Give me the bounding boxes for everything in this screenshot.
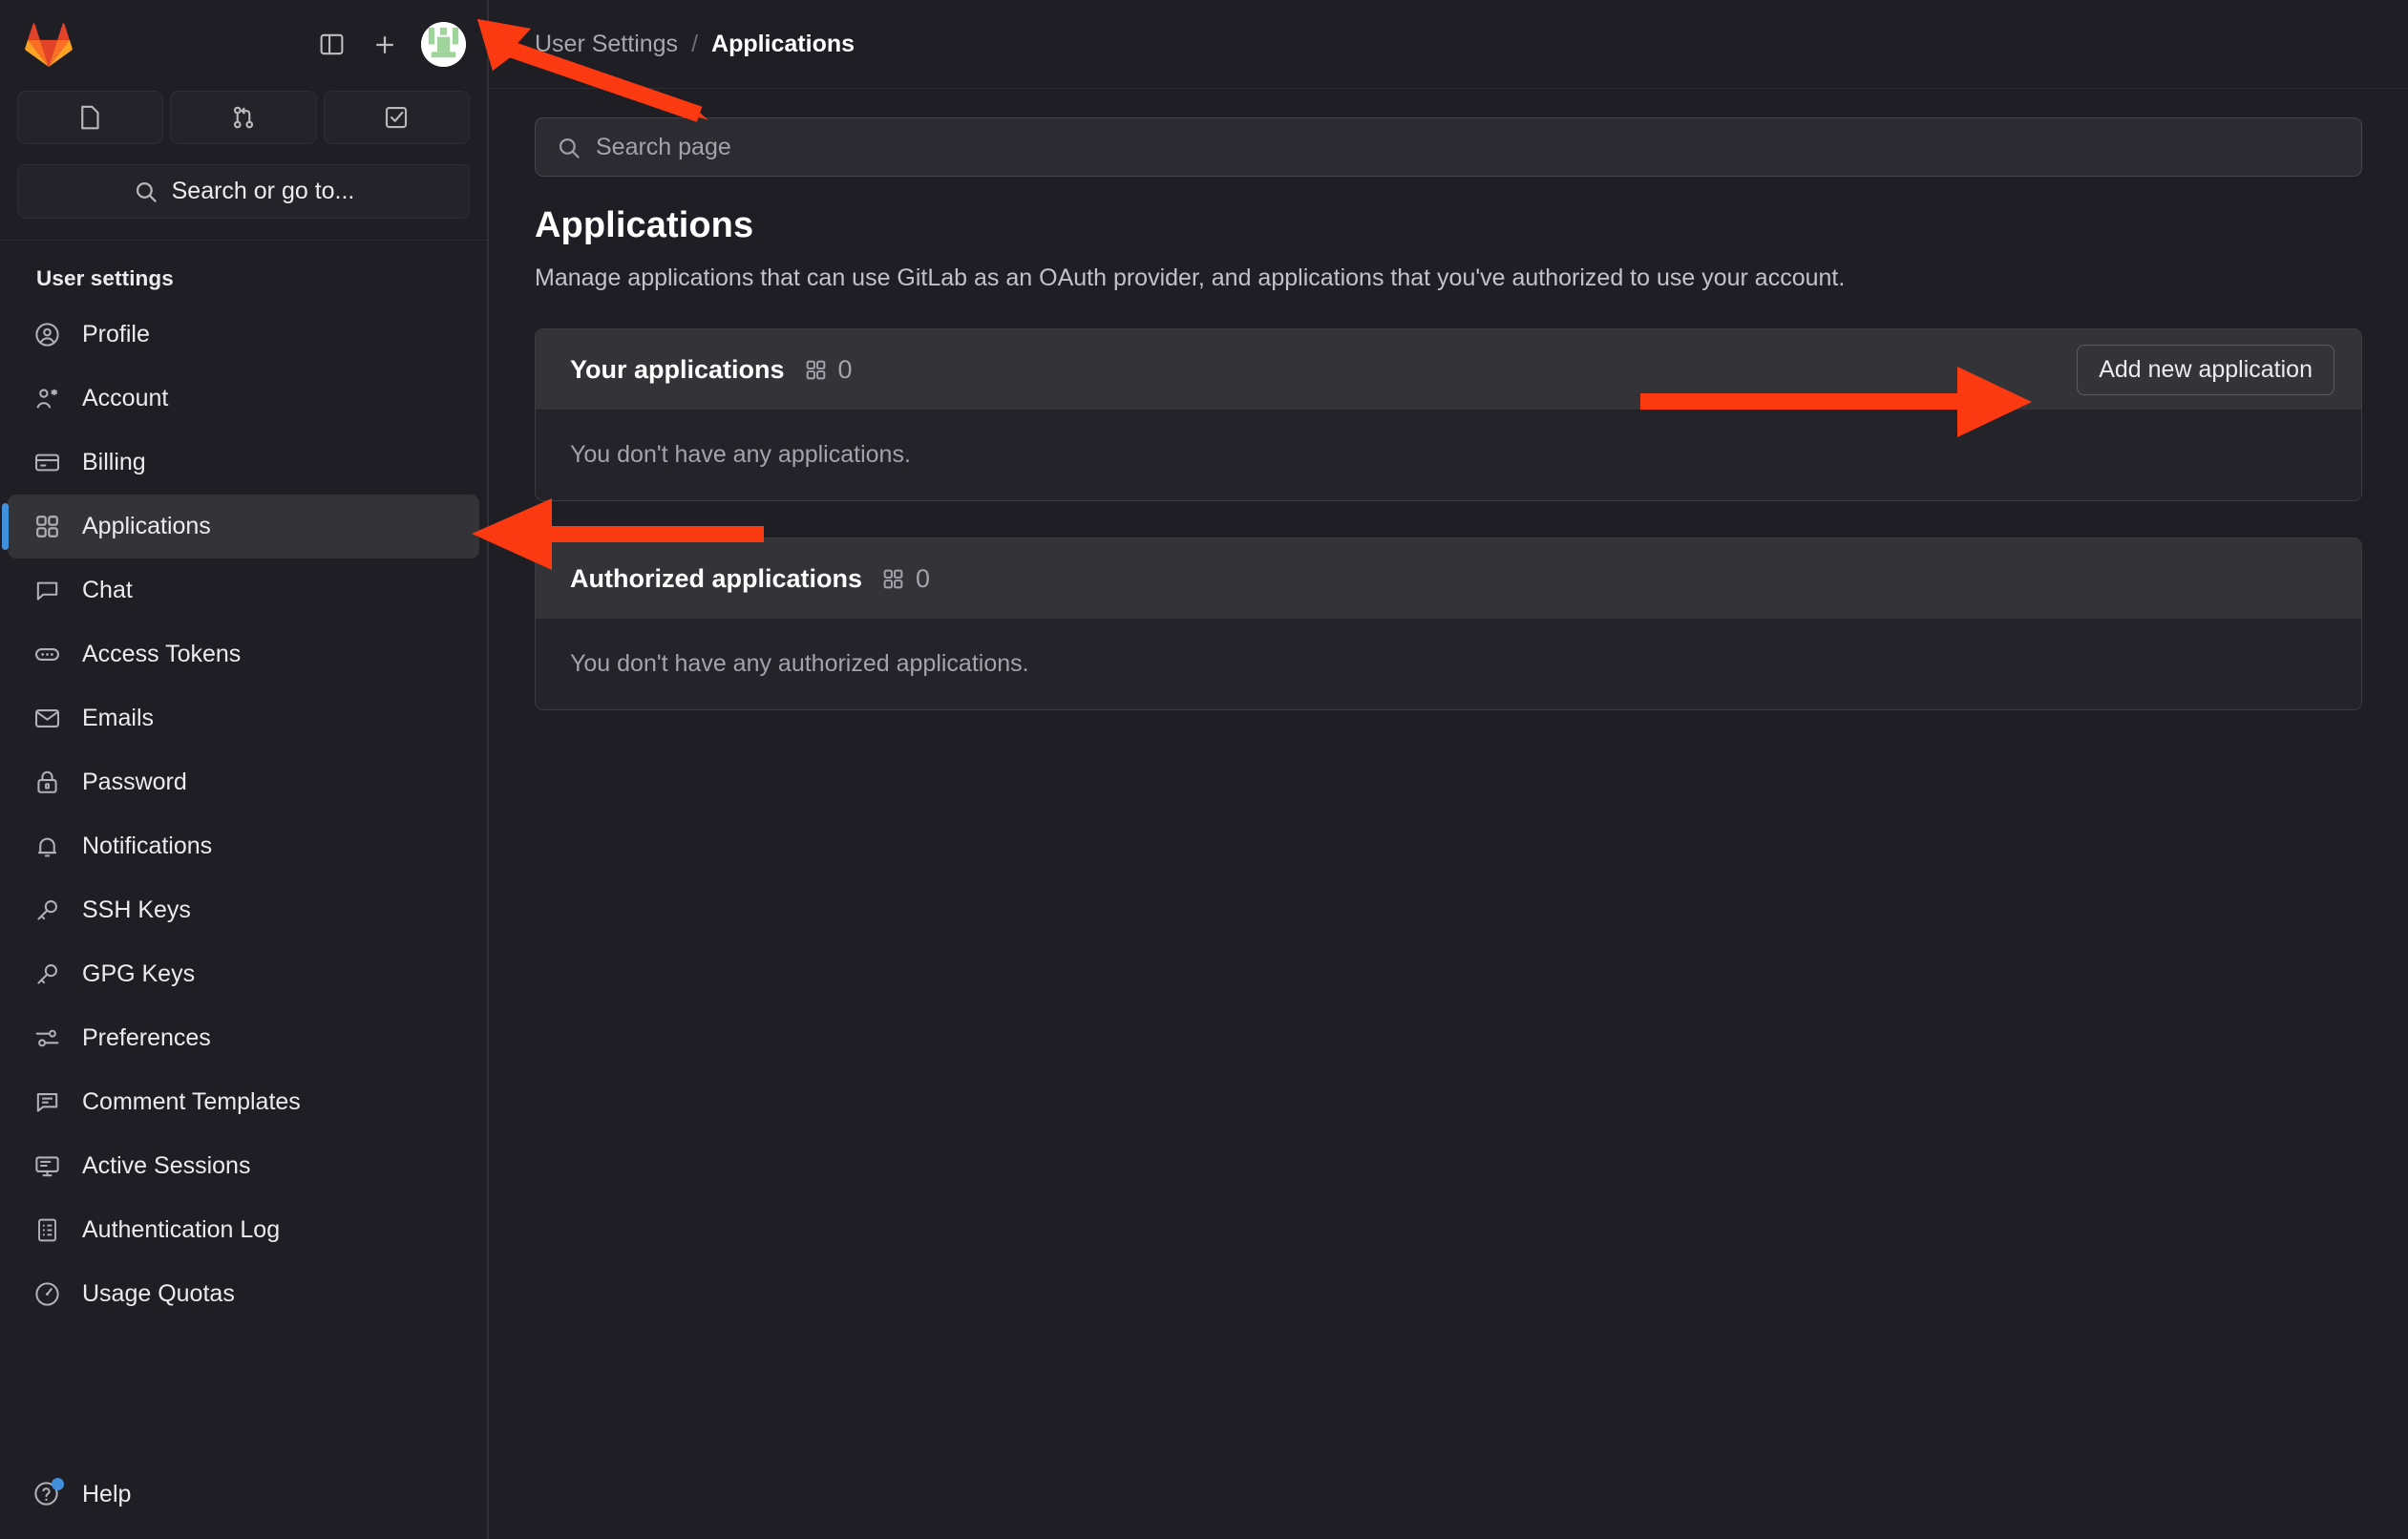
sidebar-item-access-tokens[interactable]: Access Tokens <box>8 622 479 686</box>
sidebar-item-billing[interactable]: Billing <box>8 431 479 495</box>
sidebar-item-label: Active Sessions <box>82 1152 251 1179</box>
sidebar-item-preferences[interactable]: Preferences <box>8 1006 479 1070</box>
sidebar-item-authentication-log[interactable]: Authentication Log <box>8 1198 479 1262</box>
sidebar-bottom: Help <box>0 1465 487 1539</box>
app-root: Search or go to... User settings Profile <box>0 0 2408 1539</box>
sidebar-item-account[interactable]: Account <box>8 367 479 431</box>
bell-icon <box>32 833 61 861</box>
main-inner: Search page Applications Manage applicat… <box>489 89 2408 710</box>
account-icon <box>32 385 61 413</box>
sidebar-item-label: GPG Keys <box>82 960 196 987</box>
card-count: 0 <box>916 563 931 593</box>
search-or-go-to-label: Search or go to... <box>171 178 355 204</box>
sidebar-item-ssh-keys[interactable]: SSH Keys <box>8 878 479 942</box>
key-icon <box>32 960 61 989</box>
applications-icon <box>806 360 825 379</box>
credit-card-icon <box>32 449 61 477</box>
merge-requests-icon[interactable] <box>170 91 317 144</box>
page-description: Manage applications that can use GitLab … <box>535 264 1846 291</box>
authorized-applications-card: Authorized applications 0 You don't have… <box>535 538 2362 710</box>
search-page-placeholder: Search page <box>596 133 731 160</box>
sidebar-section-title: User settings <box>36 266 174 290</box>
sidebar-item-emails[interactable]: Emails <box>8 686 479 750</box>
sidebar-item-notifications[interactable]: Notifications <box>8 814 479 878</box>
user-circle-icon <box>32 321 61 349</box>
key-icon <box>32 896 61 925</box>
breadcrumb-parent[interactable]: User Settings <box>535 31 678 58</box>
your-applications-card: Your applications 0 Add new application … <box>535 328 2362 501</box>
monitor-icon <box>32 1152 61 1181</box>
sidebar-item-label: Help <box>82 1480 132 1507</box>
main-content: User Settings / Applications Search page… <box>489 0 2408 1539</box>
card-header: Authorized applications 0 <box>536 538 2361 619</box>
card-empty-state: You don't have any applications. <box>536 410 2361 500</box>
gitlab-logo[interactable] <box>25 22 73 68</box>
sidebar-item-gpg-keys[interactable]: GPG Keys <box>8 942 479 1006</box>
card-empty-state: You don't have any authorized applicatio… <box>536 619 2361 709</box>
add-new-application-button[interactable]: Add new application <box>2077 344 2334 395</box>
authorized-application-count-badge: 0 <box>881 564 930 594</box>
applications-icon <box>32 513 61 541</box>
sidebar-item-label: Password <box>82 769 187 795</box>
lock-icon <box>32 769 61 797</box>
sidebar-item-password[interactable]: Password <box>8 750 479 814</box>
search-page-input[interactable]: Search page <box>535 117 2362 177</box>
sidebar-item-label: Access Tokens <box>82 641 242 667</box>
card-title: Authorized applications <box>570 563 863 593</box>
sidebar-top-bar <box>0 0 487 89</box>
toggle-sidebar-icon[interactable] <box>305 18 358 72</box>
sidebar-item-label: Account <box>82 385 169 411</box>
sidebar-nav: Profile Account Billing Applications Cha… <box>0 303 487 1465</box>
search-or-go-to-input[interactable]: Search or go to... <box>17 164 470 219</box>
help-circle-icon <box>32 1478 64 1508</box>
breadcrumb-separator: / <box>691 30 699 57</box>
sliders-icon <box>32 1024 61 1053</box>
todos-icon[interactable] <box>323 91 470 144</box>
log-list-icon <box>32 1216 61 1245</box>
sidebar-item-label: Usage Quotas <box>82 1280 235 1307</box>
gauge-icon <box>32 1280 61 1309</box>
sidebar-item-label: Billing <box>82 449 146 475</box>
comment-lines-icon <box>32 1088 61 1117</box>
sidebar: Search or go to... User settings Profile <box>0 0 489 1539</box>
sidebar-quick-actions <box>0 91 487 144</box>
sidebar-item-applications[interactable]: Applications <box>2 495 479 559</box>
sidebar-item-comment-templates[interactable]: Comment Templates <box>8 1070 479 1134</box>
card-title: Your applications <box>570 354 785 384</box>
card-header: Your applications 0 Add new application <box>536 329 2361 410</box>
sidebar-item-label: Emails <box>82 705 155 731</box>
help-notification-dot <box>52 1478 64 1490</box>
search-icon <box>559 137 580 158</box>
breadcrumb: User Settings / Applications <box>489 0 2408 89</box>
breadcrumb-current: Applications <box>711 30 855 57</box>
sidebar-item-label: Chat <box>82 577 133 603</box>
application-count-badge: 0 <box>804 355 853 385</box>
search-icon <box>136 181 157 202</box>
sidebar-item-help[interactable]: Help <box>8 1465 479 1524</box>
user-avatar[interactable] <box>421 22 466 67</box>
create-new-icon[interactable] <box>358 18 412 72</box>
sidebar-item-usage-quotas[interactable]: Usage Quotas <box>8 1262 479 1326</box>
sidebar-item-profile[interactable]: Profile <box>8 303 479 367</box>
issues-icon[interactable] <box>17 91 164 144</box>
sidebar-item-label: Applications <box>82 513 211 539</box>
sidebar-item-label: Profile <box>82 321 150 348</box>
sidebar-item-label: SSH Keys <box>82 896 191 923</box>
envelope-icon <box>32 705 61 733</box>
sidebar-item-active-sessions[interactable]: Active Sessions <box>8 1134 479 1198</box>
card-count: 0 <box>837 354 853 384</box>
applications-icon <box>883 569 903 588</box>
chat-bubble-icon <box>32 577 61 605</box>
token-icon <box>32 641 61 669</box>
sidebar-item-chat[interactable]: Chat <box>8 559 479 622</box>
sidebar-item-label: Comment Templates <box>82 1088 301 1115</box>
sidebar-item-label: Preferences <box>82 1024 211 1051</box>
page-title: Applications <box>535 205 754 245</box>
sidebar-item-label: Authentication Log <box>82 1216 281 1243</box>
sidebar-item-label: Notifications <box>82 833 213 859</box>
